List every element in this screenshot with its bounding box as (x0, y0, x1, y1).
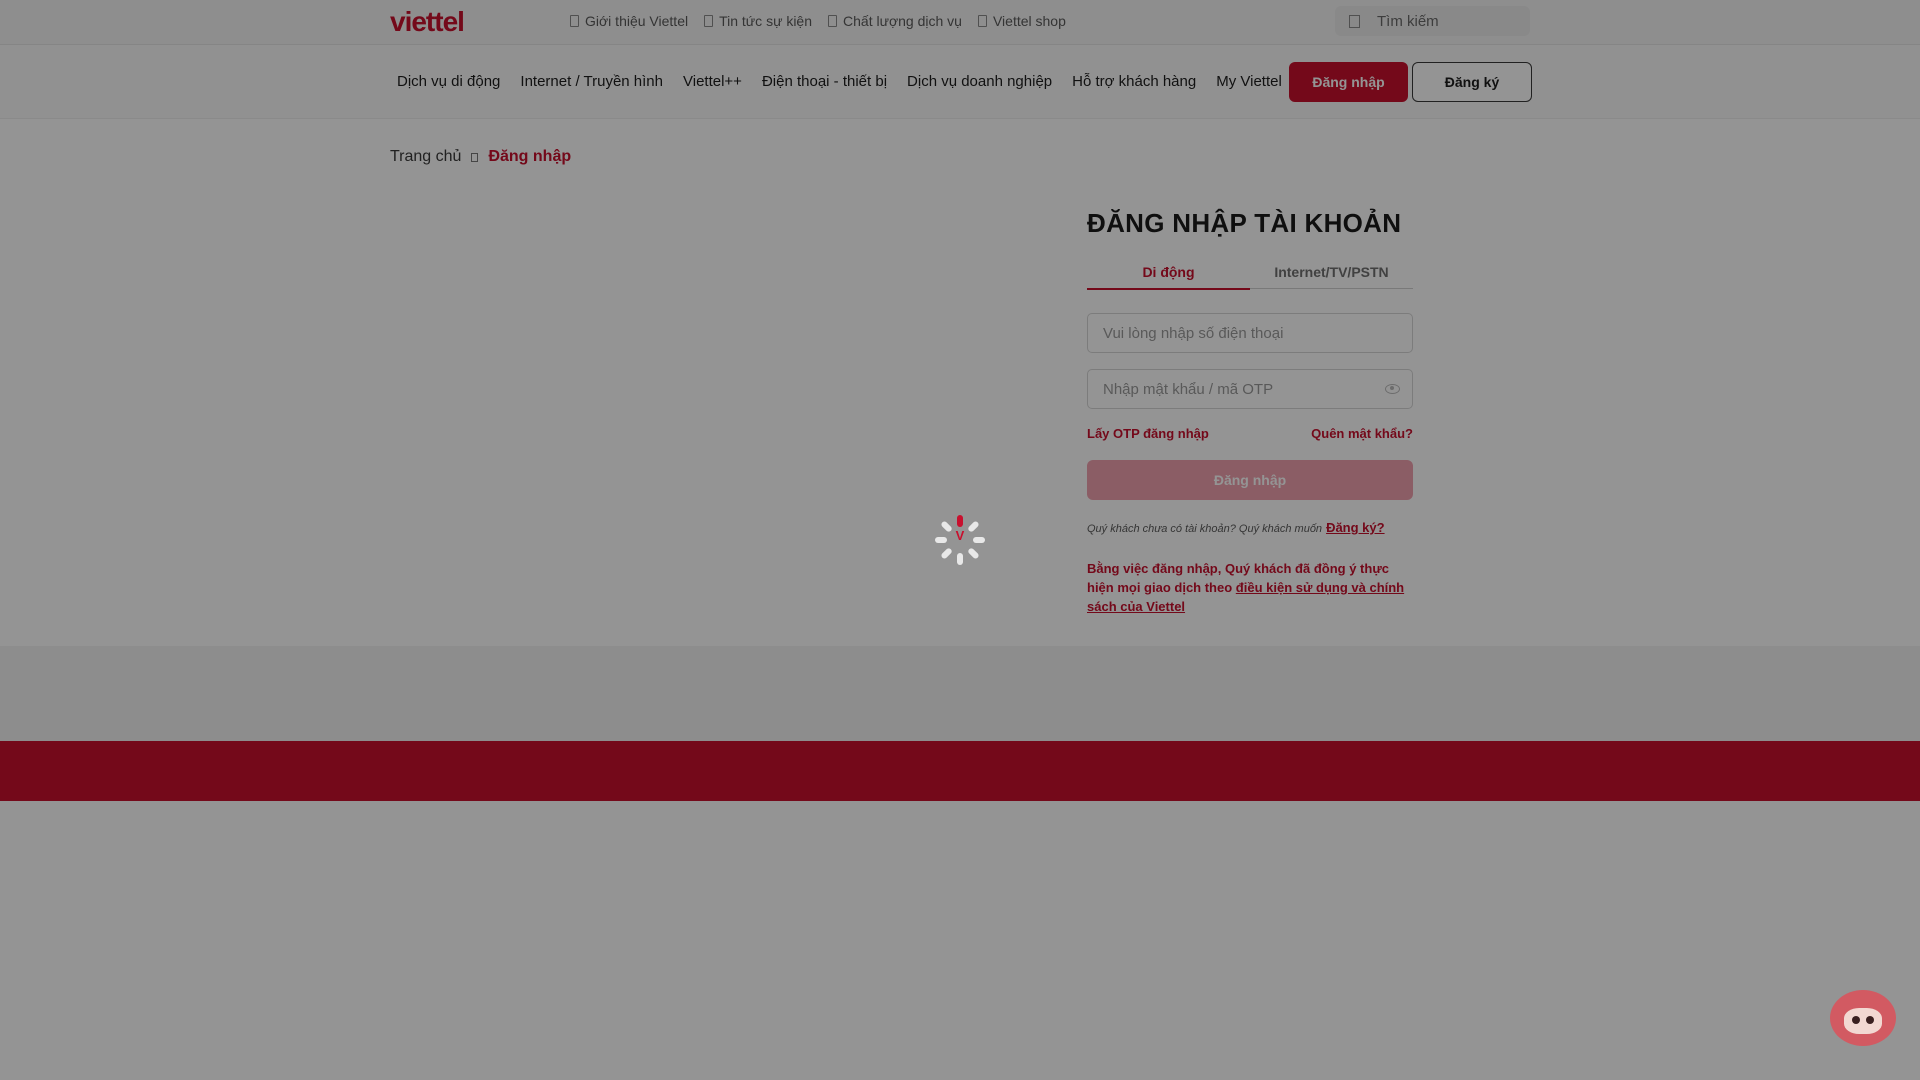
spinner-petal (940, 547, 953, 560)
mascot-face (1844, 1008, 1882, 1034)
spinner-petal (935, 537, 947, 543)
spinner-petal (967, 547, 980, 560)
spinner-petal (957, 515, 963, 527)
spinner-petal (957, 553, 963, 565)
chat-mascot-icon[interactable] (1830, 990, 1896, 1046)
spinner-letter: V (955, 528, 965, 543)
loading-spinner-icon: V (933, 513, 987, 567)
mascot-eye (1866, 1016, 1874, 1024)
spinner-petal (973, 537, 985, 543)
spinner-petal (967, 520, 980, 533)
mascot-eye (1852, 1016, 1860, 1024)
